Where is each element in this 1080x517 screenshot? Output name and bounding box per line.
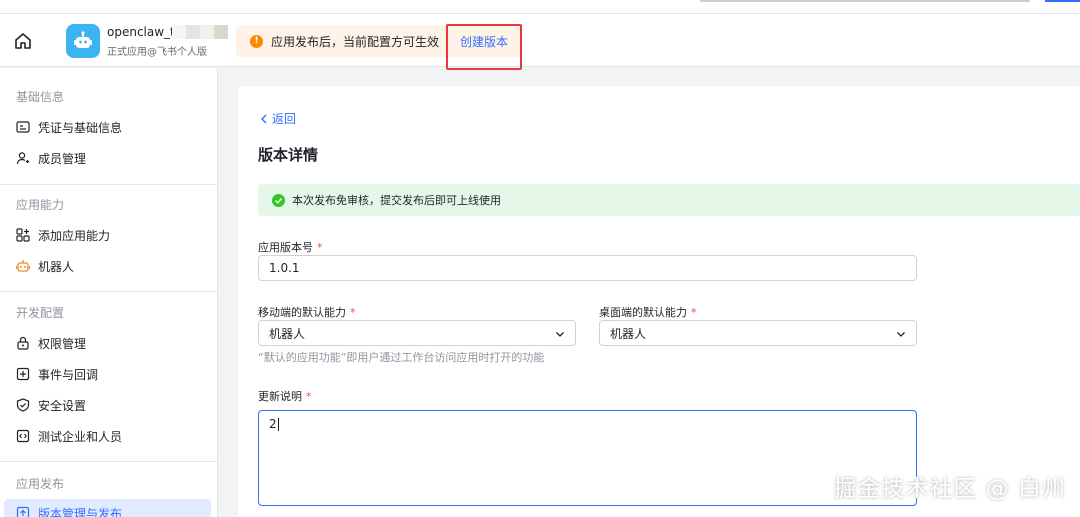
- sidebar: 基础信息 凭证与基础信息 成员管理 应用能力 添加应用能力 机器人 开发配置 权…: [0, 68, 218, 517]
- page-title: 版本详情: [258, 146, 319, 164]
- sidebar-item-members[interactable]: 成员管理: [4, 144, 211, 172]
- watermark: 掘金技术社区 @ 白州: [833, 476, 1066, 502]
- back-label: 返回: [272, 112, 297, 126]
- sidebar-item-label: 版本管理与发布: [38, 506, 123, 517]
- sidebar-item-test-users[interactable]: 测试企业和人员: [4, 422, 211, 450]
- sidebar-item-events[interactable]: 事件与回调: [4, 360, 211, 388]
- back-link[interactable]: 返回: [260, 110, 296, 127]
- desktop-default-select[interactable]: 机器人: [599, 320, 917, 346]
- event-icon: [16, 367, 30, 381]
- sidebar-item-label: 添加应用能力: [38, 228, 111, 243]
- home-icon[interactable]: [13, 31, 33, 51]
- required-mark: *: [306, 390, 312, 403]
- changelog-label: 更新说明 *: [258, 388, 312, 404]
- sidebar-divider: [0, 291, 217, 292]
- sidebar-item-label: 安全设置: [38, 398, 87, 413]
- sidebar-divider: [0, 184, 217, 185]
- sidebar-item-credentials[interactable]: 凭证与基础信息: [4, 113, 211, 141]
- sidebar-item-label: 凭证与基础信息: [38, 120, 123, 135]
- success-banner: 本次发布免审核，提交发布后即可上线使用: [258, 184, 1080, 216]
- id-card-icon: [16, 120, 30, 134]
- mobile-default-value: 机器人: [269, 326, 306, 341]
- shield-icon: [16, 398, 30, 412]
- apps-add-icon: [16, 228, 30, 242]
- code-icon: [16, 429, 30, 443]
- publish-icon: [16, 506, 30, 517]
- app-name: openclaw_te: [107, 25, 183, 39]
- top-search-bar[interactable]: [700, 0, 1030, 2]
- sidebar-item-security[interactable]: 安全设置: [4, 391, 211, 419]
- sidebar-item-label: 权限管理: [38, 336, 87, 351]
- app-robot-icon: [66, 24, 100, 58]
- sidebar-item-label: 成员管理: [38, 151, 87, 166]
- default-capability-hint: “默认的应用功能”即用户通过工作台访问应用时打开的功能: [258, 351, 545, 364]
- main-panel: 返回 版本详情 本次发布免审核，提交发布后即可上线使用 应用版本号 * 1.0.1…: [238, 86, 1080, 517]
- top-action-button[interactable]: [1045, 0, 1080, 2]
- success-text: 本次发布免审核，提交发布后即可上线使用: [292, 194, 501, 207]
- publish-notice-text: 应用发布后，当前配置方可生效: [271, 34, 440, 49]
- annotation-highlight-box: [446, 24, 522, 70]
- sidebar-item-permissions[interactable]: 权限管理: [4, 329, 211, 357]
- version-value: 1.0.1: [269, 261, 300, 275]
- sidebar-item-robot[interactable]: 机器人: [4, 252, 211, 280]
- sidebar-item-add-capability[interactable]: 添加应用能力: [4, 221, 211, 249]
- lock-icon: [16, 336, 30, 350]
- app-header: openclaw_te 正式应用@飞书个人版 ! 应用发布后，当前配置方可生效 …: [0, 14, 1080, 67]
- sidebar-item-label: 机器人: [38, 259, 75, 274]
- sidebar-section-title: 基础信息: [16, 90, 65, 104]
- sidebar-section-title: 开发配置: [16, 306, 65, 320]
- desktop-default-label: 桌面端的默认能力 *: [599, 304, 697, 320]
- user-add-icon: [16, 151, 30, 165]
- mobile-default-label: 移动端的默认能力 *: [258, 304, 356, 320]
- sidebar-item-label: 测试企业和人员: [38, 429, 123, 444]
- sidebar-divider: [0, 461, 217, 462]
- top-strip: [0, 0, 1080, 14]
- app-name-redaction: [172, 25, 228, 39]
- version-label: 应用版本号 *: [258, 239, 323, 255]
- mobile-default-select[interactable]: 机器人: [258, 320, 576, 346]
- sidebar-section-title: 应用发布: [16, 477, 65, 491]
- changelog-label-text: 更新说明: [258, 390, 302, 403]
- version-label-text: 应用版本号: [258, 241, 313, 254]
- check-circle-icon: [272, 193, 285, 207]
- sidebar-item-version-publish[interactable]: 版本管理与发布: [4, 499, 211, 517]
- mobile-default-label-text: 移动端的默认能力: [258, 306, 346, 319]
- sidebar-item-label: 事件与回调: [38, 367, 99, 382]
- sidebar-section-title: 应用能力: [16, 198, 65, 212]
- required-mark: *: [350, 306, 356, 319]
- chevron-down-icon: [555, 328, 565, 338]
- required-mark: *: [691, 306, 697, 319]
- warning-icon: !: [250, 34, 263, 48]
- changelog-textarea[interactable]: 2: [258, 410, 917, 506]
- version-input[interactable]: 1.0.1: [258, 255, 917, 281]
- desktop-default-label-text: 桌面端的默认能力: [599, 306, 687, 319]
- required-mark: *: [317, 241, 323, 254]
- chevron-down-icon: [896, 328, 906, 338]
- text-caret: [277, 418, 279, 431]
- app-subtitle: 正式应用@飞书个人版: [107, 47, 207, 58]
- desktop-default-value: 机器人: [610, 326, 647, 341]
- changelog-value: 2: [269, 417, 277, 431]
- robot-icon: [16, 259, 30, 273]
- chevron-left-icon: [260, 114, 268, 124]
